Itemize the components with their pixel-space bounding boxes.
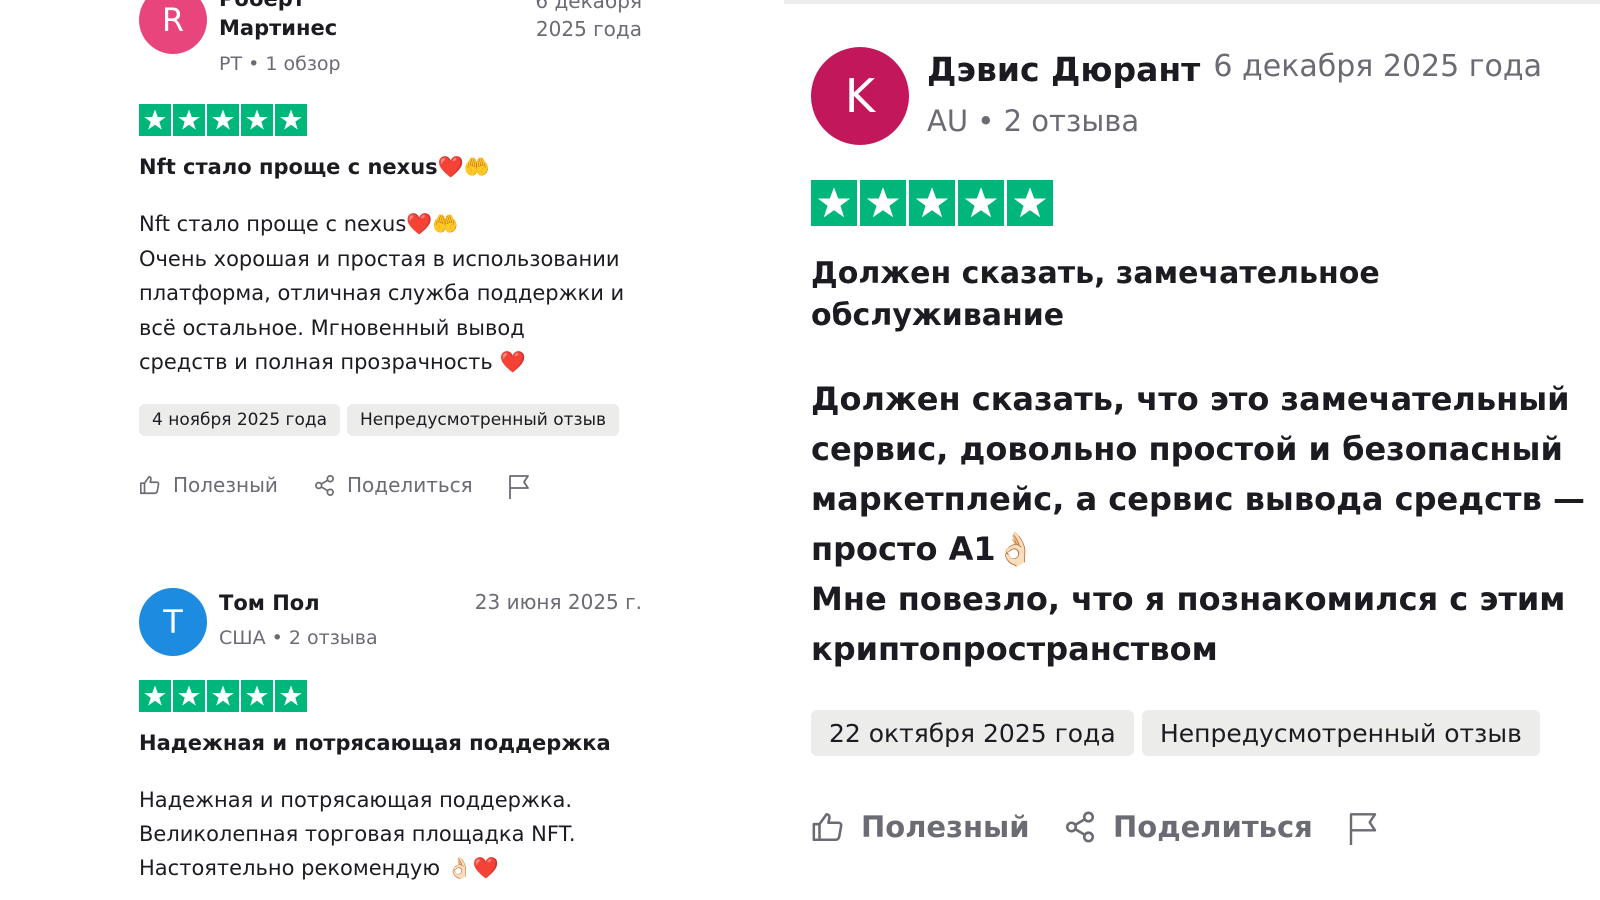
review-body-line: Настоятельно рекомендую 👌🏻❤️ bbox=[139, 856, 499, 880]
review-title[interactable]: Nft стало проще с nexus❤️🤲 bbox=[139, 153, 490, 181]
star-icon bbox=[207, 104, 239, 136]
star-icon bbox=[958, 180, 1004, 226]
review-title-line: Должен сказать, замечательное bbox=[811, 256, 1380, 291]
star-icon bbox=[1007, 180, 1053, 226]
star-icon bbox=[909, 180, 955, 226]
review-body-line: просто A1👌🏻 bbox=[811, 530, 1036, 568]
star-rating bbox=[139, 680, 307, 712]
reviewer-name-line1[interactable]: Роберт bbox=[219, 0, 305, 14]
section-divider bbox=[784, 0, 1600, 4]
review-date-line2: 2025 года bbox=[535, 17, 642, 41]
report-button[interactable] bbox=[1347, 810, 1379, 848]
review-body-line: криптопространством bbox=[811, 630, 1218, 668]
thumbs-up-icon bbox=[139, 474, 161, 496]
star-rating bbox=[139, 104, 307, 136]
star-icon bbox=[173, 104, 205, 136]
star-icon bbox=[139, 104, 171, 136]
avatar-letter: R bbox=[161, 1, 185, 39]
review-body-line: всё остальное. Мгновенный вывод bbox=[139, 315, 525, 340]
share-button[interactable]: Поделиться bbox=[1063, 810, 1313, 844]
reviewer-name[interactable]: Дэвис Дюрант bbox=[927, 48, 1200, 92]
reviewer-meta: РТ • 1 обзор bbox=[219, 53, 341, 75]
star-icon bbox=[275, 104, 307, 136]
avatar-letter: T bbox=[163, 603, 183, 641]
review-body-line: маркетплейс, а сервис вывода средств — bbox=[811, 480, 1585, 518]
share-label: Поделиться bbox=[1113, 810, 1313, 844]
review-body-line: Очень хорошая и простая в использовании bbox=[139, 246, 620, 271]
share-icon bbox=[313, 474, 336, 497]
unprompted-review-badge: Непредусмотренный отзыв bbox=[1142, 710, 1540, 756]
star-icon bbox=[275, 680, 307, 712]
flag-icon bbox=[507, 474, 531, 500]
review-body: Должен сказать, что это замечательный се… bbox=[811, 374, 1585, 674]
flag-icon bbox=[1347, 810, 1379, 848]
useful-button[interactable]: Полезный bbox=[811, 810, 1030, 844]
review-body: Nft стало проще с nexus❤️🤲 Очень хорошая… bbox=[139, 207, 624, 380]
star-rating bbox=[811, 180, 1053, 226]
star-icon bbox=[207, 680, 239, 712]
review-body-line: средств и полная прозрачность ❤️ bbox=[139, 350, 526, 374]
review-date: 6 декабря 2025 года bbox=[1213, 49, 1542, 84]
experience-date-badge: 4 ноября 2025 года bbox=[139, 404, 341, 436]
avatar: T bbox=[139, 588, 207, 656]
reviewer-name-line2[interactable]: Мартинес bbox=[219, 13, 337, 43]
star-icon bbox=[139, 680, 171, 712]
useful-button[interactable]: Полезный bbox=[139, 473, 278, 497]
star-icon bbox=[811, 180, 857, 226]
review-date: 23 июня 2025 г. bbox=[474, 590, 642, 614]
review-body-line: Nft стало проще с nexus❤️🤲 bbox=[139, 212, 459, 236]
review-body-line: Мне повезло, что я познакомился с этим bbox=[811, 580, 1566, 618]
star-icon bbox=[241, 680, 273, 712]
avatar-letter: K bbox=[844, 69, 876, 123]
experience-date-badge: 22 октября 2025 года bbox=[811, 710, 1134, 756]
review-body: Надежная и потрясающая поддержка. Велико… bbox=[139, 783, 576, 885]
avatar: R bbox=[139, 0, 207, 54]
review-title[interactable]: Надежная и потрясающая поддержка bbox=[139, 729, 611, 757]
review-body-line: Должен сказать, что это замечательный bbox=[811, 380, 1570, 418]
star-icon bbox=[241, 104, 273, 136]
share-icon bbox=[1063, 810, 1097, 844]
unprompted-review-badge: Непредусмотренный отзыв bbox=[347, 404, 620, 436]
review-title-line: обслуживание bbox=[811, 298, 1065, 333]
reviewer-meta: США • 2 отзыва bbox=[219, 627, 378, 649]
thumbs-up-icon bbox=[811, 810, 845, 844]
review-body-line: платформа, отличная служба поддержки и bbox=[139, 281, 625, 305]
share-button[interactable]: Поделиться bbox=[313, 473, 473, 497]
star-icon bbox=[173, 680, 205, 712]
review-body-line: Великолепная торговая площадка NFT. bbox=[139, 822, 576, 846]
star-icon bbox=[860, 180, 906, 226]
review-title[interactable]: Должен сказать, замечательное обслуживан… bbox=[811, 253, 1380, 337]
review-body-line: сервис, довольно простой и безопасный bbox=[811, 430, 1563, 468]
review-body-line: Надежная и потрясающая поддержка. bbox=[139, 788, 573, 812]
useful-label: Полезный bbox=[861, 810, 1030, 844]
useful-label: Полезный bbox=[173, 473, 278, 497]
reviewer-meta: AU • 2 отзыва bbox=[927, 104, 1140, 138]
reviewer-name[interactable]: Том Пол bbox=[219, 588, 320, 618]
report-button[interactable] bbox=[507, 474, 531, 500]
share-label: Поделиться bbox=[347, 473, 473, 497]
avatar: K bbox=[811, 47, 909, 145]
